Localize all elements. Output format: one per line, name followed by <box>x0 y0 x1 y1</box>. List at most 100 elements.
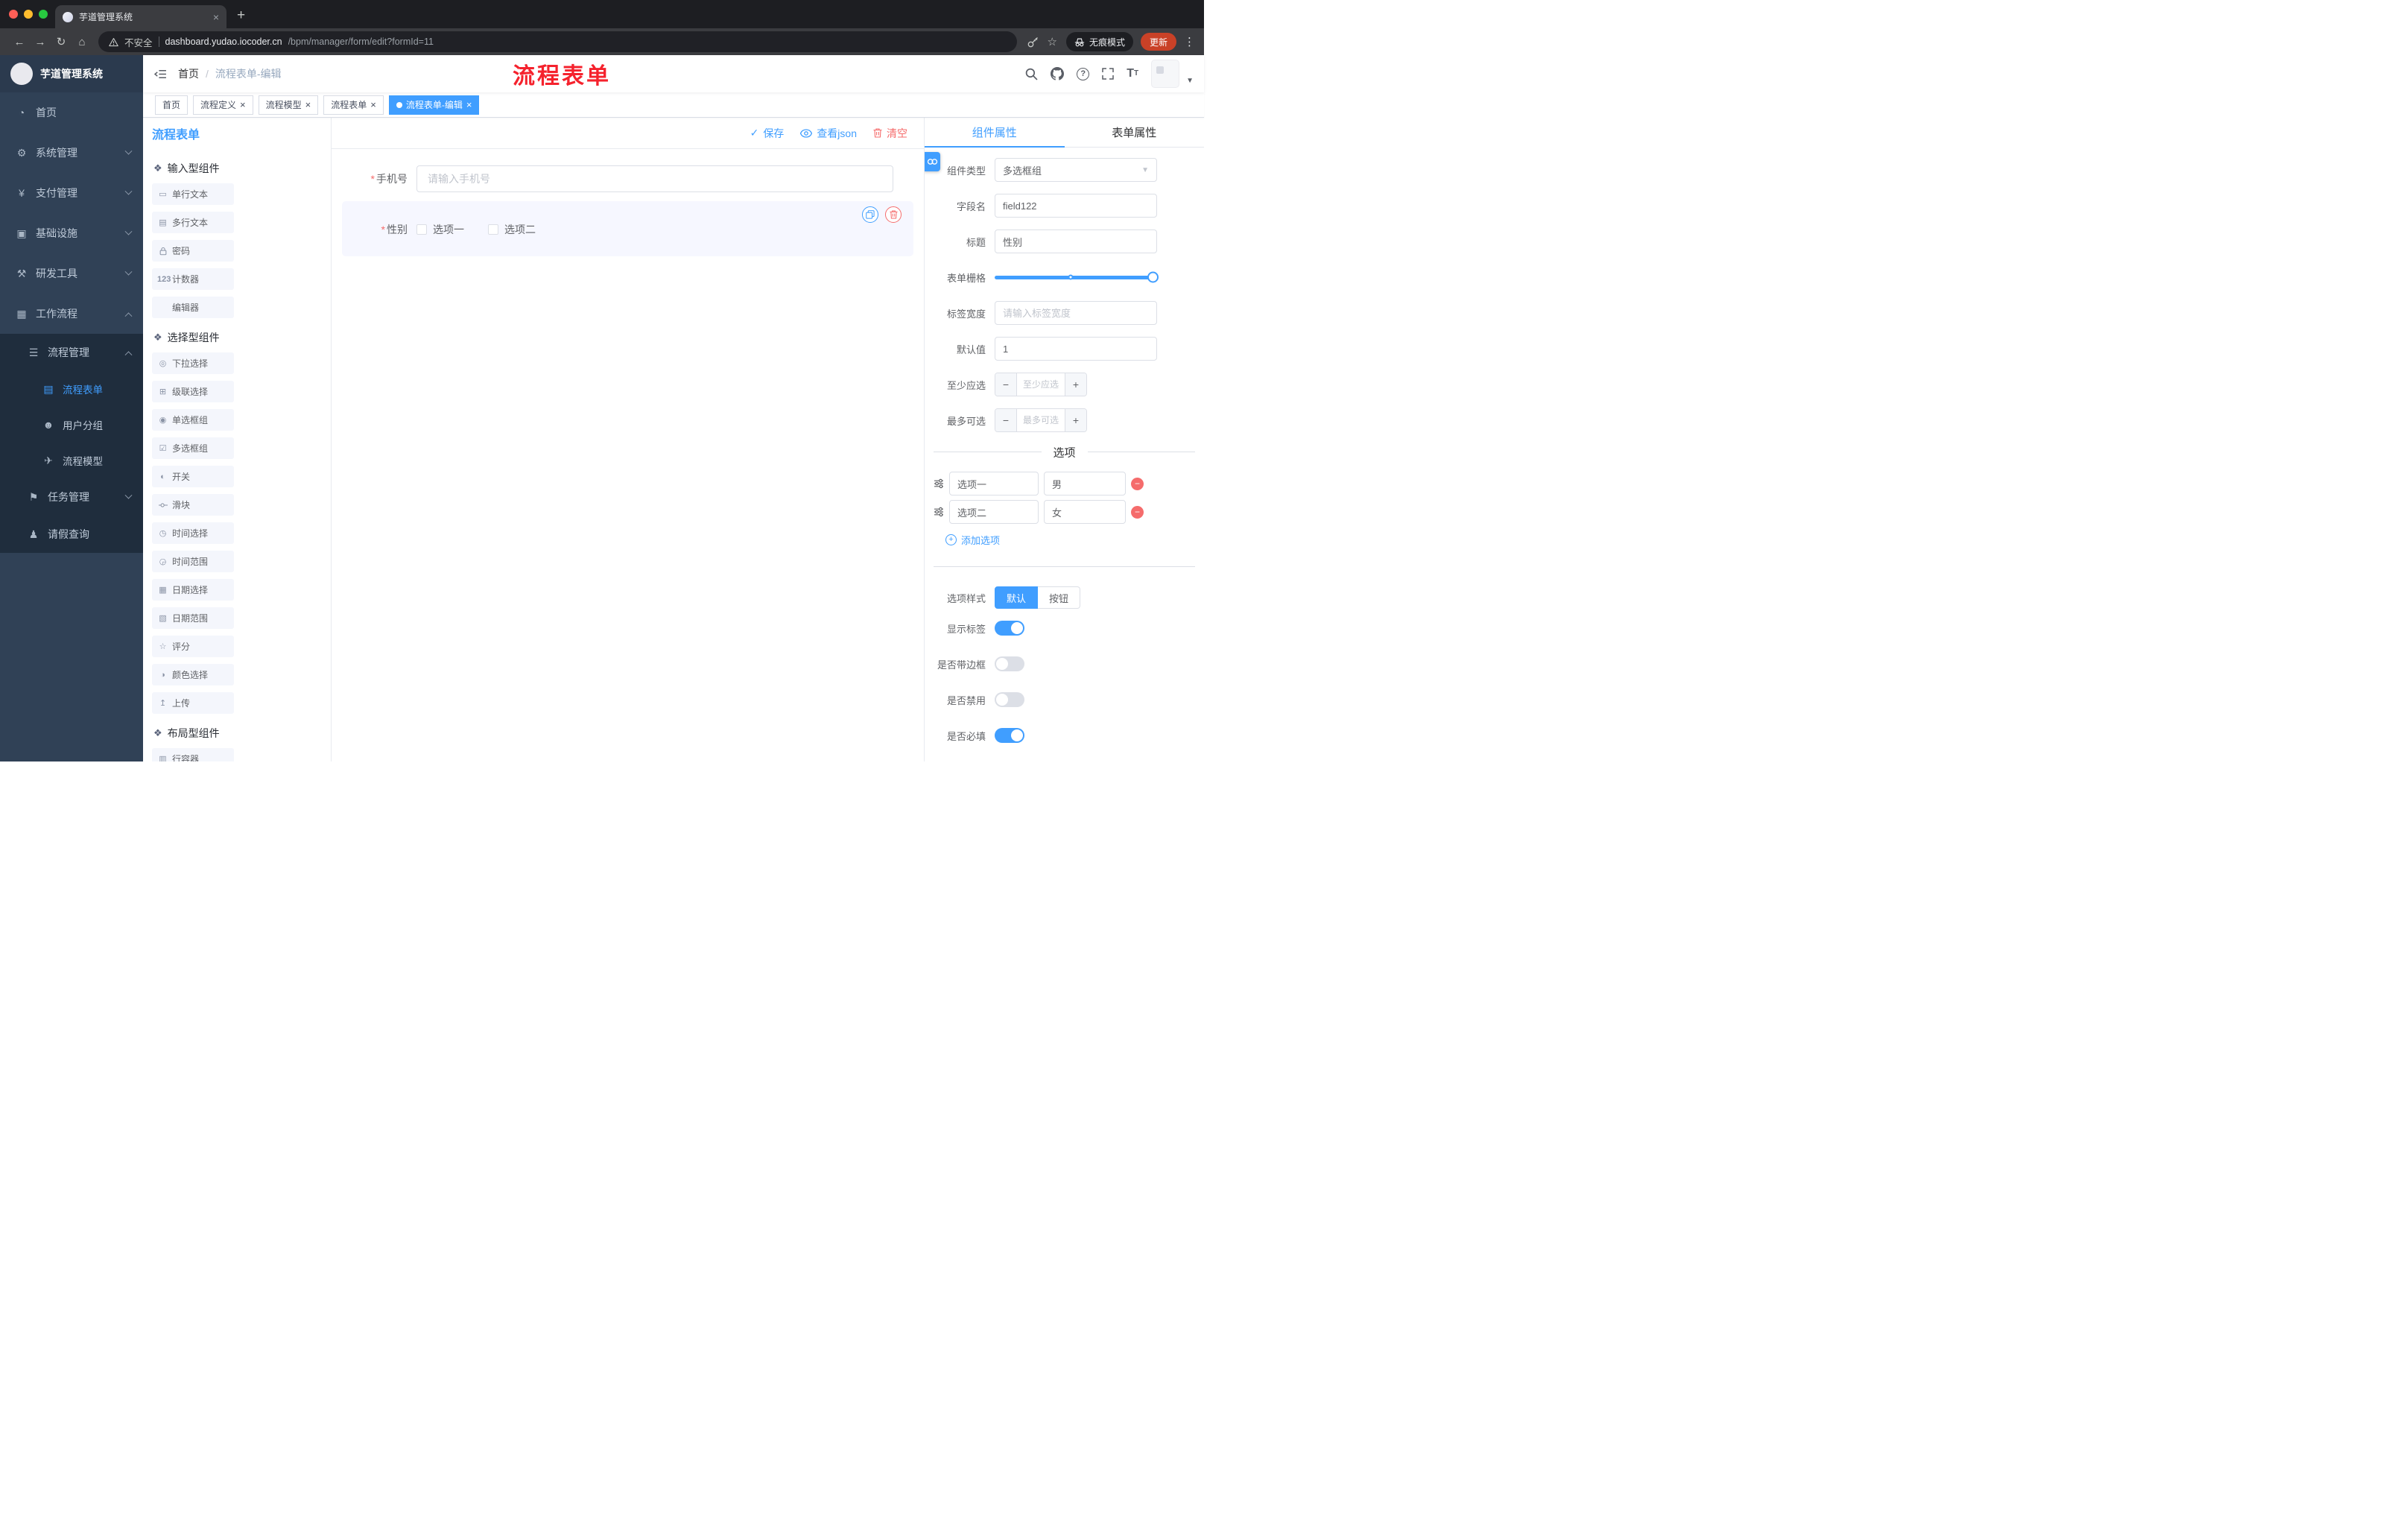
palette-item-row-container[interactable]: ▥ 行容器 <box>152 748 234 762</box>
browser-menu-icon[interactable]: ⋮ <box>1184 35 1195 48</box>
tab-close-icon[interactable]: × <box>213 11 219 23</box>
canvas-field-gender-selected[interactable]: * 性别 选项一 选项二 <box>342 201 913 256</box>
sidebar-item-task-mgmt[interactable]: ⚑ 任务管理 <box>0 478 143 516</box>
phone-input[interactable] <box>416 165 893 192</box>
save-button[interactable]: ✓ 保存 <box>750 126 785 141</box>
palette-item-color-picker[interactable]: ◑ 颜色选择 <box>152 664 234 685</box>
browser-update-button[interactable]: 更新 <box>1140 33 1176 51</box>
tag-close-icon[interactable]: × <box>305 100 311 110</box>
password-key-icon[interactable] <box>1027 37 1039 48</box>
canvas-field-phone[interactable]: * 手机号 <box>342 165 913 192</box>
max-select-input[interactable] <box>1017 409 1065 431</box>
palette-item-time-range[interactable]: ◶ 时间范围 <box>152 551 234 572</box>
sidebar-item-infrastructure[interactable]: ▣ 基础设施 <box>0 213 143 253</box>
copy-widget-button[interactable] <box>862 206 878 223</box>
add-option-button[interactable]: + 添加选项 <box>945 533 1195 547</box>
required-toggle[interactable] <box>995 728 1024 743</box>
palette-item-time-picker[interactable]: ◷ 时间选择 <box>152 522 234 544</box>
tag-home[interactable]: 首页 <box>155 95 188 115</box>
plus-button[interactable]: + <box>1065 373 1086 396</box>
option-2-value-input[interactable] <box>1044 500 1126 524</box>
show-label-toggle[interactable] <box>995 621 1024 636</box>
label-width-input[interactable] <box>995 301 1157 325</box>
tab-component-props[interactable]: 组件属性 <box>925 118 1065 148</box>
collapse-panel-button[interactable] <box>925 152 940 171</box>
view-json-button[interactable]: 查看json <box>800 126 857 141</box>
back-icon[interactable]: ← <box>9 36 30 48</box>
bookmark-star-icon[interactable]: ☆ <box>1048 35 1057 48</box>
palette-item-rate[interactable]: ☆ 评分 <box>152 636 234 657</box>
user-avatar[interactable] <box>1151 60 1180 88</box>
palette-item-counter[interactable]: 123 计数器 <box>152 268 234 290</box>
option-1-value-input[interactable] <box>1044 472 1126 495</box>
sidebar-item-system-mgmt[interactable]: ⚙ 系统管理 <box>0 133 143 173</box>
grid-slider[interactable] <box>995 265 1159 289</box>
palette-item-checkbox-group[interactable]: ☑ 多选框组 <box>152 437 234 459</box>
window-zoom-button[interactable] <box>39 10 48 19</box>
breadcrumb-home[interactable]: 首页 <box>178 66 199 81</box>
drag-handle-icon[interactable] <box>934 507 944 517</box>
browser-tab[interactable]: 芋道管理系统 × <box>55 5 226 28</box>
tag-close-icon[interactable]: × <box>370 100 376 110</box>
disabled-toggle[interactable] <box>995 692 1024 707</box>
help-icon[interactable]: ? <box>1077 67 1090 80</box>
sidebar-item-process-mgmt[interactable]: ☰ 流程管理 <box>0 334 143 371</box>
delete-widget-button[interactable] <box>885 206 902 223</box>
palette-item-date-range[interactable]: ▧ 日期范围 <box>152 607 234 629</box>
title-input[interactable] <box>995 229 1157 253</box>
sidebar-item-process-model[interactable]: ✈ 流程模型 <box>0 443 143 478</box>
hamburger-icon[interactable] <box>143 69 178 80</box>
home-icon[interactable]: ⌂ <box>72 36 92 48</box>
security-warning-icon[interactable] <box>109 37 118 47</box>
remove-option-icon[interactable]: − <box>1131 477 1144 490</box>
tag-process-form[interactable]: 流程表单 × <box>323 95 384 115</box>
option-1-label-input[interactable] <box>949 472 1039 495</box>
canvas-body[interactable]: *手机号 *性别 选项一 选项二 <box>332 149 924 762</box>
sidebar-item-workflow[interactable]: ▦ 工作流程 <box>0 294 143 334</box>
checkbox-option-2[interactable]: 选项二 <box>488 222 536 237</box>
reload-icon[interactable]: ↻ <box>51 35 72 48</box>
palette-item-radio-group[interactable]: ◉ 单选框组 <box>152 409 234 431</box>
field-name-input[interactable] <box>995 194 1157 218</box>
default-value-input[interactable] <box>995 337 1157 361</box>
tag-process-form-edit[interactable]: 流程表单-编辑 × <box>388 95 480 115</box>
tag-close-icon[interactable]: × <box>240 100 246 110</box>
fullscreen-icon[interactable] <box>1102 68 1114 80</box>
plus-button[interactable]: + <box>1065 409 1086 431</box>
drag-handle-icon[interactable] <box>934 478 944 489</box>
sidebar-item-leave-query[interactable]: ♟ 请假查询 <box>0 516 143 553</box>
checkbox-option-1[interactable]: 选项一 <box>416 222 464 237</box>
clear-button[interactable]: 清空 <box>873 126 907 141</box>
palette-item-editor[interactable]: 编辑器 <box>152 297 234 318</box>
sidebar-item-home[interactable]: ◔ 首页 <box>0 92 143 133</box>
component-type-select[interactable]: 多选框组 ▼ <box>995 158 1157 182</box>
minus-button[interactable]: − <box>995 373 1017 396</box>
tag-process-definition[interactable]: 流程定义 × <box>193 95 253 115</box>
border-toggle[interactable] <box>995 656 1024 671</box>
palette-item-multi-text[interactable]: ▤ 多行文本 <box>152 212 234 233</box>
sidebar-item-dev-tools[interactable]: ⚒ 研发工具 <box>0 253 143 294</box>
palette-item-slider[interactable]: 滑块 <box>152 494 234 516</box>
palette-item-password[interactable]: 密码 <box>152 240 234 262</box>
tag-close-icon[interactable]: × <box>466 100 472 110</box>
font-size-icon[interactable]: TT <box>1127 68 1138 80</box>
minus-button[interactable]: − <box>995 409 1017 431</box>
window-minimize-button[interactable] <box>24 10 33 19</box>
window-close-button[interactable] <box>9 10 18 19</box>
github-icon[interactable] <box>1051 67 1064 80</box>
new-tab-button[interactable]: + <box>237 8 245 22</box>
url-field[interactable]: 不安全 dashboard.yudao.iocoder.cn /bpm/mana… <box>98 31 1017 52</box>
style-button-button[interactable]: 按钮 <box>1038 586 1081 609</box>
style-default-button[interactable]: 默认 <box>995 586 1039 609</box>
sidebar-item-process-form[interactable]: ▤ 流程表单 <box>0 371 143 407</box>
palette-item-cascader[interactable]: ⊞ 级联选择 <box>152 381 234 402</box>
search-icon[interactable] <box>1025 68 1038 80</box>
tab-form-props[interactable]: 表单属性 <box>1065 118 1205 147</box>
sidebar-item-user-group[interactable]: ☻ 用户分组 <box>0 407 143 443</box>
min-select-input[interactable] <box>1017 373 1065 396</box>
palette-item-date-picker[interactable]: ▦ 日期选择 <box>152 579 234 601</box>
forward-icon[interactable]: → <box>30 36 51 48</box>
palette-item-switch[interactable]: ◐ 开关 <box>152 466 234 487</box>
sidebar-item-payment-mgmt[interactable]: ¥ 支付管理 <box>0 173 143 213</box>
remove-option-icon[interactable]: − <box>1131 505 1144 519</box>
